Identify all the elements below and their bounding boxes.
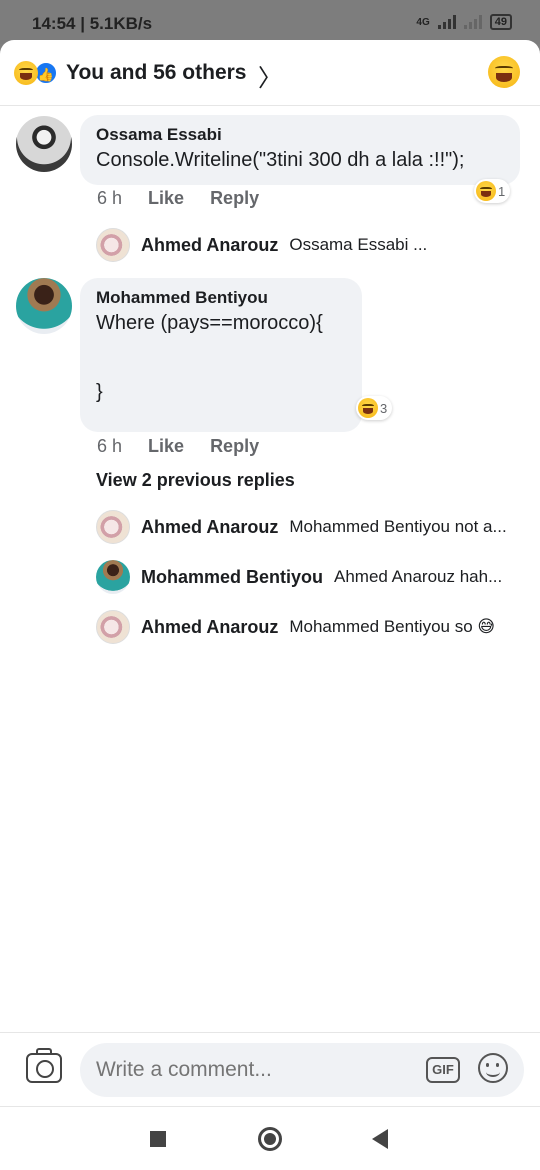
reply-item[interactable]: Ahmed Anarouz Mohammed Bentiyou not a... [96, 510, 526, 544]
comment-author[interactable]: Ossama Essabi [96, 125, 504, 145]
avatar-mohammed[interactable] [16, 278, 72, 334]
comment-composer: GIF [0, 1032, 540, 1106]
recents-button[interactable] [150, 1131, 166, 1147]
status-bar: 14:54 | 5.1KB/s 4G 49 [0, 0, 540, 44]
comments-sheet: 👍 You and 56 others 〉 Ossama Essabi Cons… [0, 40, 540, 1170]
camera-icon[interactable] [26, 1048, 62, 1083]
emoji-icon[interactable] [478, 1053, 508, 1083]
reply-author: Ahmed Anarouz [141, 516, 279, 537]
chevron-right-icon[interactable]: 〉 [258, 58, 282, 93]
haha-icon [476, 181, 496, 201]
avatar-ahmed [96, 228, 130, 262]
gif-button[interactable]: GIF [426, 1057, 460, 1083]
comment-actions: 6 h Like Reply [97, 188, 259, 209]
home-button[interactable] [258, 1127, 282, 1151]
like-button[interactable]: Like [148, 188, 184, 209]
comment-reaction-count[interactable]: 1 [474, 179, 511, 203]
reaction-summary-text[interactable]: You and 56 others [66, 61, 246, 85]
reply-text: Mohammed Bentiyou so 😅 [289, 617, 496, 636]
reply-author: Ahmed Anarouz [141, 616, 279, 637]
comment-actions: 6 h Like Reply [97, 436, 259, 457]
comment-bubble-2[interactable]: Mohammed Bentiyou Where (pays==morocco){… [80, 278, 362, 432]
reply-author: Ahmed Anarouz [141, 234, 279, 255]
avatar-mohammed [96, 560, 130, 594]
reply-text: Ahmed Anarouz hah... [334, 567, 503, 586]
reply-text: Ossama Essabi ... [289, 235, 428, 254]
reaction-icons: 👍 [14, 61, 58, 85]
comment-time: 6 h [97, 436, 123, 456]
comment-reaction-count[interactable]: 3 [356, 396, 393, 420]
comment-author[interactable]: Mohammed Bentiyou [96, 288, 346, 308]
avatar-ahmed [96, 610, 130, 644]
haha-icon [358, 398, 378, 418]
reply-text: Mohammed Bentiyou not a... [289, 517, 507, 536]
like-button[interactable]: Like [148, 436, 184, 457]
reply-author: Mohammed Bentiyou [141, 566, 324, 587]
comment-text: Where (pays==morocco){ } [96, 312, 323, 403]
comment-bubble-1[interactable]: Ossama Essabi Console.Writeline("3tini 3… [80, 115, 520, 185]
reaction-summary-bar[interactable]: 👍 You and 56 others 〉 [0, 40, 540, 106]
avatar-ossama[interactable] [16, 116, 72, 172]
haha-icon [14, 61, 38, 85]
status-time: 14:54 | 5.1KB/s [32, 14, 153, 33]
haha-react-button[interactable] [488, 56, 520, 88]
battery-icon: 49 [489, 14, 512, 30]
signal-2-icon [463, 15, 482, 29]
reply-button[interactable]: Reply [210, 436, 259, 457]
reply-item[interactable]: Ahmed Anarouz Mohammed Bentiyou so 😅 [96, 610, 526, 644]
reply-item[interactable]: Mohammed Bentiyou Ahmed Anarouz hah... [96, 560, 526, 594]
reply-button[interactable]: Reply [210, 188, 259, 209]
comment-time: 6 h [97, 188, 123, 208]
comment-text: Console.Writeline("3tini 300 dh a lala :… [96, 149, 465, 171]
back-button[interactable] [372, 1129, 388, 1149]
status-icons: 4G 49 [416, 14, 512, 30]
reply-preview[interactable]: Ahmed Anarouz Ossama Essabi ... [96, 228, 526, 262]
view-previous-replies[interactable]: View 2 previous replies [96, 470, 295, 491]
android-nav-bar [0, 1106, 540, 1170]
network-label: 4G [416, 16, 430, 28]
signal-icon [437, 15, 456, 29]
avatar-ahmed [96, 510, 130, 544]
